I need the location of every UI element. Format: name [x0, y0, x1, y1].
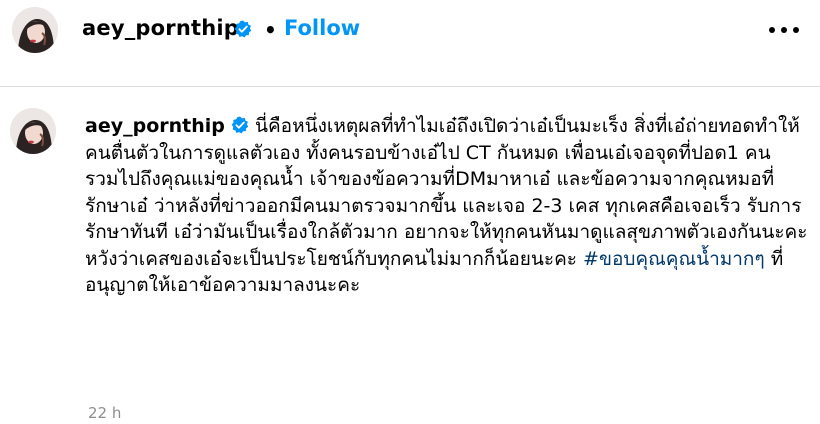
post-header: aey_pornthip • Follow — [0, 0, 820, 60]
comment-timestamp[interactable]: 22 h — [88, 404, 121, 422]
profile-photo — [10, 108, 56, 154]
divider — [0, 86, 820, 87]
verified-badge-icon — [234, 20, 252, 38]
profile-photo — [12, 7, 58, 53]
avatar[interactable] — [12, 7, 58, 53]
hashtag-link[interactable]: #ขอบคุณคุณน้ำมากๆ — [583, 248, 765, 270]
comment-text-block: aey_pornthip นี่คือหนึ่งเหตุผลที่ทำไมเอ๋… — [85, 113, 810, 299]
comment-avatar[interactable] — [10, 108, 56, 154]
comment-text: นี่คือหนึ่งเหตุผลที่ทำไมเอ๋ถึงเปิดว่าเอ๋… — [85, 115, 808, 270]
comment-username[interactable]: aey_pornthip — [85, 115, 225, 137]
follow-button[interactable]: Follow — [284, 16, 360, 40]
verified-badge-icon — [231, 116, 249, 134]
separator-dot: • — [264, 18, 277, 42]
header-username[interactable]: aey_pornthip — [82, 16, 239, 40]
more-options-icon[interactable] — [764, 18, 804, 42]
